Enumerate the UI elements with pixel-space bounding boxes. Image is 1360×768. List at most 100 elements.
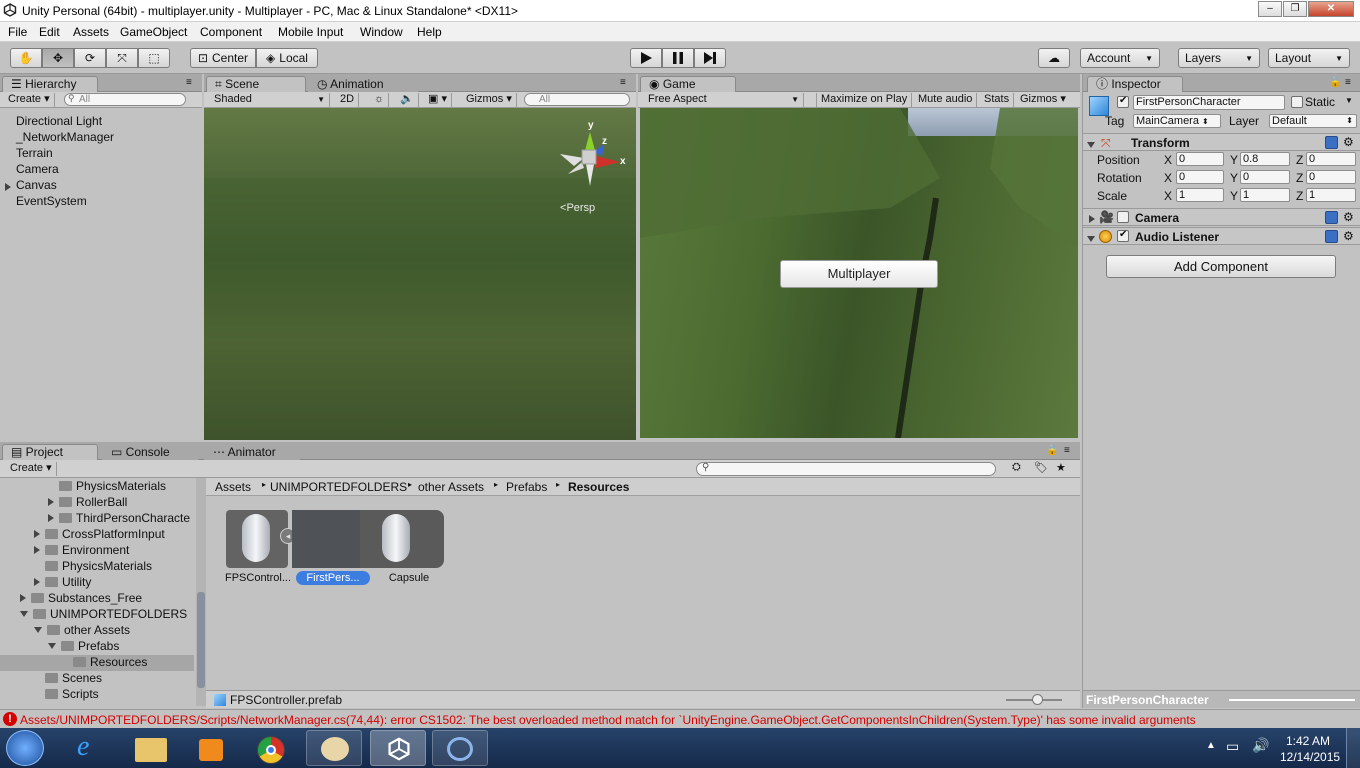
tree-item[interactable]: Scenes bbox=[0, 671, 194, 687]
filter-type-icon[interactable]: ⛭ bbox=[1012, 461, 1021, 474]
panel-menu-icon[interactable]: ≡ bbox=[1064, 445, 1070, 456]
collapse-arrow-icon[interactable] bbox=[34, 627, 42, 633]
help-book-icon[interactable] bbox=[1325, 136, 1338, 149]
scale-z-field[interactable]: 1 bbox=[1306, 188, 1356, 202]
breadcrumb-item[interactable]: Assets bbox=[215, 480, 251, 494]
network-icon[interactable]: ▭ bbox=[1226, 738, 1239, 755]
show-desktop-button[interactable] bbox=[1346, 728, 1360, 768]
collapse-arrow-icon[interactable] bbox=[20, 611, 28, 617]
tree-item[interactable]: CrossPlatformInput bbox=[0, 527, 194, 543]
help-book-icon[interactable] bbox=[1325, 211, 1338, 224]
gizmos-dropdown[interactable]: Gizmos ▾ bbox=[462, 93, 517, 107]
layout-dropdown[interactable]: Layout ▼ bbox=[1268, 48, 1350, 68]
unity-pinned-icon[interactable] bbox=[432, 730, 488, 766]
game-viewport[interactable]: Multiplayer bbox=[640, 108, 1078, 438]
clock-time[interactable]: 1:42 AM bbox=[1286, 734, 1330, 748]
stats-toggle[interactable]: Stats bbox=[980, 93, 1015, 107]
collapse-arrow-icon[interactable] bbox=[1087, 236, 1095, 242]
hierarchy-item[interactable]: Directional Light bbox=[16, 114, 102, 128]
clock-date[interactable]: 12/14/2015 bbox=[1280, 750, 1340, 764]
start-orb-icon[interactable] bbox=[6, 730, 44, 766]
rotate-tool-button[interactable]: ⟳ bbox=[74, 48, 106, 68]
add-component-button[interactable]: Add Component bbox=[1106, 255, 1336, 278]
expand-arrow-icon[interactable] bbox=[34, 546, 40, 554]
tab-game[interactable]: ◉ Game bbox=[640, 76, 736, 92]
asset-label[interactable]: Capsule bbox=[372, 572, 446, 584]
hierarchy-item[interactable]: Canvas bbox=[16, 178, 57, 192]
step-button[interactable] bbox=[694, 48, 726, 68]
pivot-center-button[interactable]: ⊡ Center bbox=[190, 48, 256, 68]
position-y-field[interactable]: 0.8 bbox=[1240, 152, 1290, 166]
tab-animation[interactable]: ◷ Animation bbox=[308, 76, 418, 92]
breadcrumb-item[interactable]: Prefabs bbox=[506, 480, 547, 494]
expand-arrow-icon[interactable] bbox=[48, 498, 54, 506]
panel-menu-icon[interactable]: ≡ bbox=[1345, 77, 1351, 88]
media-player-icon[interactable] bbox=[182, 730, 238, 766]
scale-tool-button[interactable]: ⤧ bbox=[106, 48, 138, 68]
expand-arrow-icon[interactable] bbox=[34, 578, 40, 586]
expand-arrow-icon[interactable] bbox=[34, 530, 40, 538]
position-z-field[interactable]: 0 bbox=[1306, 152, 1356, 166]
expand-arrow-icon[interactable] bbox=[5, 180, 16, 194]
transform-header[interactable]: ⤧ Transform ⚙ bbox=[1083, 133, 1360, 151]
dropdown-arrow-icon[interactable]: ▼ bbox=[1345, 96, 1353, 105]
maximize-on-play-toggle[interactable]: Maximize on Play bbox=[816, 93, 913, 107]
audio-listener-header[interactable]: ✔ Audio Listener ⚙ bbox=[1083, 227, 1360, 245]
pause-button[interactable] bbox=[662, 48, 694, 68]
favorite-star-icon[interactable]: ★ bbox=[1056, 461, 1066, 474]
tree-item-selected[interactable]: Resources bbox=[0, 655, 194, 671]
scrollbar-thumb[interactable] bbox=[197, 592, 205, 688]
position-x-field[interactable]: 0 bbox=[1176, 152, 1224, 166]
close-window-button[interactable]: ✕ bbox=[1308, 1, 1354, 17]
zoom-slider-thumb[interactable] bbox=[1032, 694, 1043, 705]
rotation-x-field[interactable]: 0 bbox=[1176, 170, 1224, 184]
unity-app-icon[interactable] bbox=[370, 730, 426, 766]
cloud-button[interactable]: ☁ bbox=[1038, 48, 1070, 68]
tab-scene[interactable]: ⌗ Scene bbox=[206, 76, 306, 92]
account-dropdown[interactable]: Account ▼ bbox=[1080, 48, 1160, 68]
asset-label-selected[interactable]: FirstPers... bbox=[296, 571, 370, 585]
tab-hierarchy[interactable]: ☰ Hierarchy bbox=[2, 76, 98, 92]
tree-item[interactable]: Environment bbox=[0, 543, 194, 559]
project-search-input[interactable] bbox=[696, 462, 996, 476]
tree-item[interactable]: UNIMPORTEDFOLDERS bbox=[0, 607, 194, 623]
camera-enabled-checkbox[interactable] bbox=[1117, 211, 1129, 223]
effects-dropdown[interactable]: ▣ ▾ bbox=[424, 93, 452, 107]
scene-search-input[interactable]: All bbox=[524, 93, 630, 106]
move-tool-button[interactable]: ✥ bbox=[42, 48, 74, 68]
tab-inspector[interactable]: ⓘ Inspector bbox=[1087, 76, 1183, 92]
console-statusbar[interactable]: ! Assets/UNIMPORTEDFOLDERS/Scripts/Netwo… bbox=[0, 709, 1360, 728]
tree-item[interactable]: ThirdPersonCharacte bbox=[0, 511, 194, 527]
menu-gameobject[interactable]: GameObject bbox=[120, 25, 187, 39]
filter-label-icon[interactable]: 🏷 bbox=[1034, 461, 1048, 474]
multiplayer-button[interactable]: Multiplayer bbox=[780, 260, 938, 288]
breadcrumb-item-current[interactable]: Resources bbox=[568, 480, 629, 494]
lock-icon[interactable]: 🔒 bbox=[1046, 445, 1058, 456]
lighting-toggle[interactable]: ☼ bbox=[370, 93, 390, 107]
object-name-input[interactable]: FirstPersonCharacter bbox=[1133, 95, 1285, 110]
tree-item[interactable]: other Assets bbox=[0, 623, 194, 639]
menu-help[interactable]: Help bbox=[417, 25, 442, 39]
help-book-icon[interactable] bbox=[1325, 230, 1338, 243]
rotation-y-field[interactable]: 0 bbox=[1240, 170, 1290, 184]
tree-item[interactable]: RollerBall bbox=[0, 495, 194, 511]
camera-header[interactable]: 🎥 Camera ⚙ bbox=[1083, 208, 1360, 226]
breadcrumb-item[interactable]: UNIMPORTEDFOLDERS bbox=[270, 480, 407, 494]
minimize-button[interactable]: ‒ bbox=[1258, 1, 1282, 17]
layer-dropdown[interactable]: Default ⬍ bbox=[1269, 114, 1357, 128]
paint-icon[interactable] bbox=[306, 730, 362, 766]
create-dropdown[interactable]: Create ▾ bbox=[4, 93, 55, 107]
expand-arrow-icon[interactable] bbox=[1089, 215, 1095, 223]
audio-listener-enabled-checkbox[interactable]: ✔ bbox=[1117, 229, 1129, 242]
tree-item[interactable]: PhysicsMaterials bbox=[0, 479, 194, 495]
2d-toggle[interactable]: 2D bbox=[336, 93, 360, 107]
internet-explorer-icon[interactable]: e bbox=[62, 730, 118, 766]
active-checkbox[interactable]: ✔ bbox=[1117, 95, 1129, 108]
hierarchy-item[interactable]: _NetworkManager bbox=[16, 130, 114, 144]
volume-icon[interactable]: 🔊 bbox=[1252, 737, 1269, 754]
audio-toggle[interactable]: 🔈 bbox=[396, 93, 419, 107]
collapse-arrow-icon[interactable] bbox=[1087, 142, 1095, 148]
game-gizmos-dropdown[interactable]: Gizmos ▾ bbox=[1016, 93, 1070, 107]
asset-thumbnail-fpscontroller[interactable] bbox=[226, 510, 288, 568]
collapse-arrow-icon[interactable] bbox=[48, 643, 56, 649]
